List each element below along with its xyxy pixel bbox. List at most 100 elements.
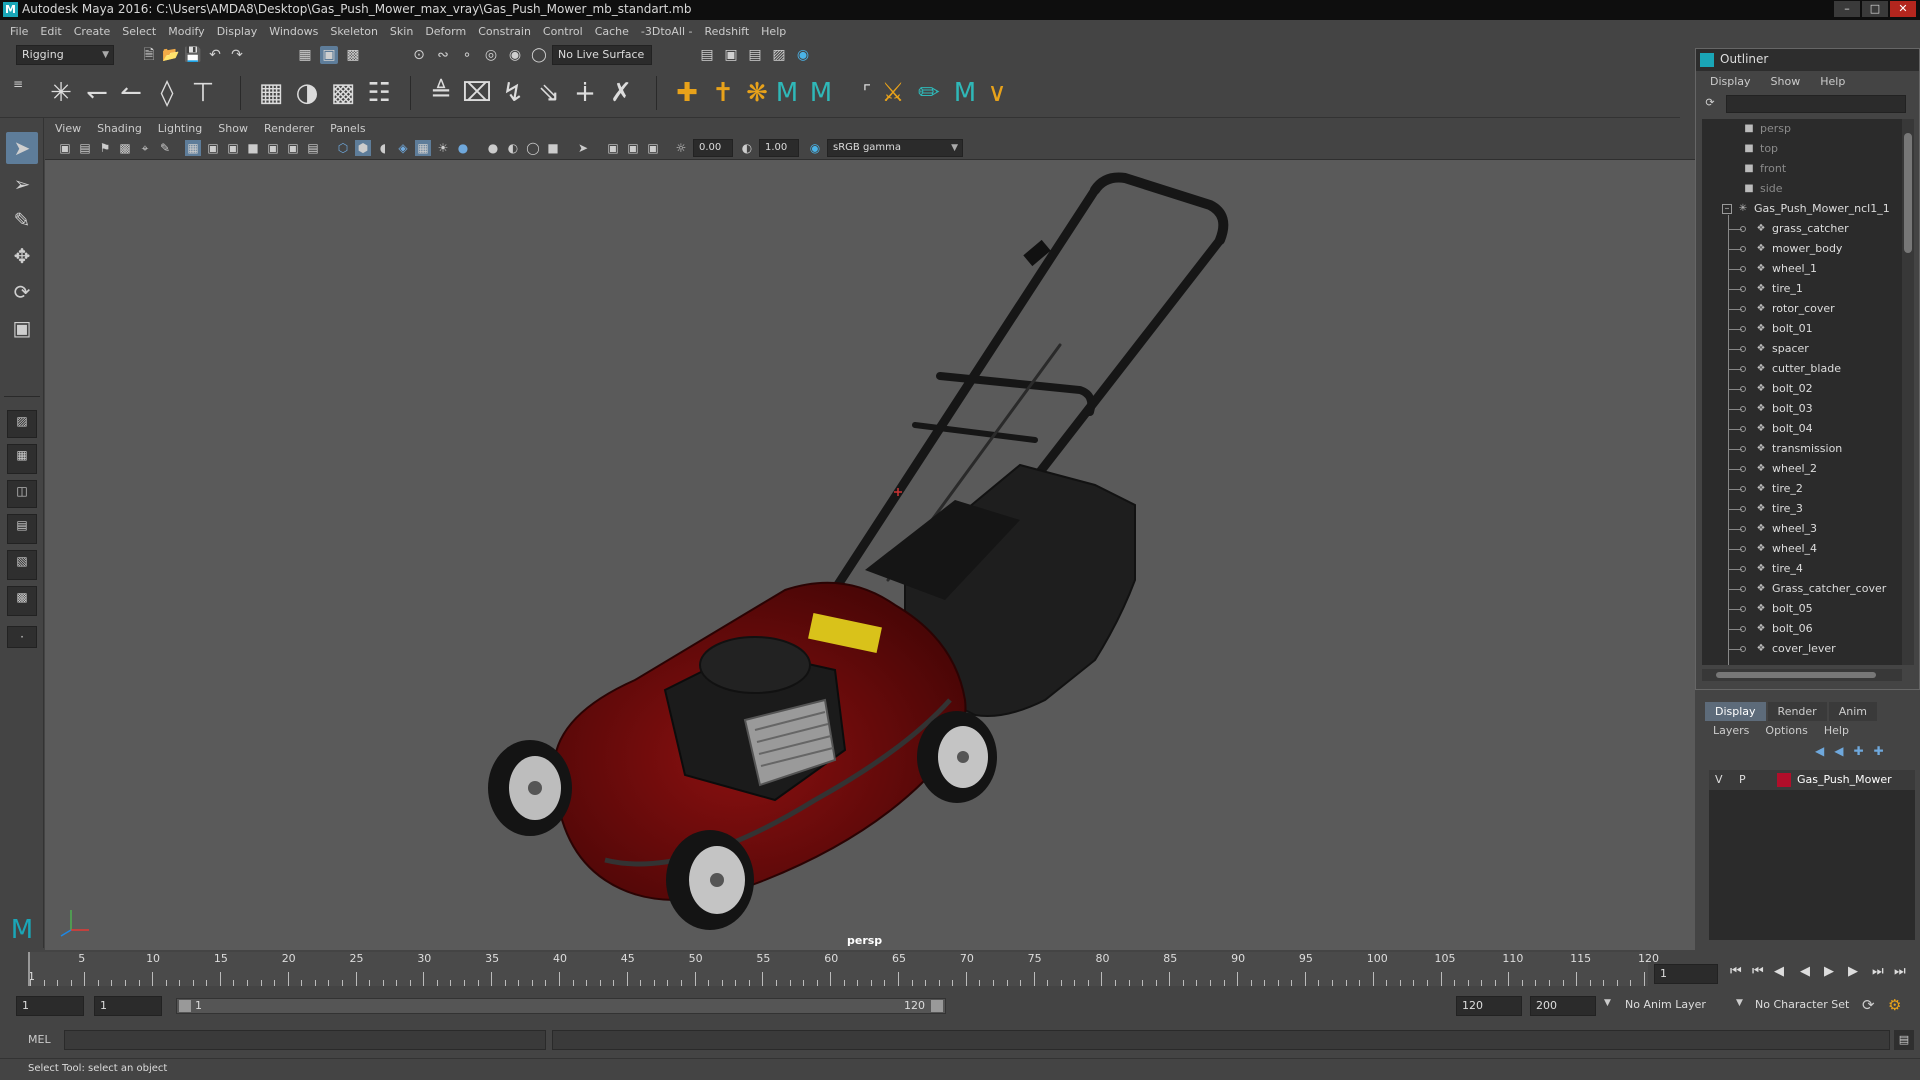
select-hierarchy-icon[interactable]: ▦ xyxy=(296,46,314,64)
layout-graph-icon[interactable]: ▧ xyxy=(7,550,37,580)
outliner-item[interactable]: ❖ wheel_3 xyxy=(1754,519,1818,539)
layer-row[interactable]: V P Gas_Push_Mower xyxy=(1709,770,1915,790)
snap-view-icon[interactable]: ◉ xyxy=(506,46,524,64)
outliner-item[interactable]: ❖ bolt_01 xyxy=(1754,319,1813,339)
outliner-item[interactable]: ❖ tire_3 xyxy=(1754,499,1803,519)
maya-home-icon[interactable]: М xyxy=(6,914,38,946)
paint-weights-icon[interactable]: ◑ xyxy=(290,76,324,110)
gamma-icon[interactable]: ◐ xyxy=(739,140,755,156)
hik-icon[interactable]: М xyxy=(770,76,804,110)
image-plane-icon[interactable]: ▩ xyxy=(117,140,133,156)
play-forwards-icon[interactable]: ▶ xyxy=(1824,964,1834,979)
range-start-handle[interactable] xyxy=(179,1000,191,1012)
ssao-icon[interactable]: ● xyxy=(485,140,501,156)
render-frame-icon[interactable]: ▣ xyxy=(722,46,740,64)
lattice-icon[interactable]: ▩ xyxy=(326,76,360,110)
outliner-item[interactable]: ■ persp xyxy=(1742,119,1791,139)
exposure-icon[interactable]: ☼ xyxy=(673,140,689,156)
save-scene-icon[interactable]: 💾 xyxy=(184,46,202,64)
outliner-item[interactable]: ❖ bolt_02 xyxy=(1754,379,1813,399)
outliner-item[interactable]: ❖ Grass_catcher_cover xyxy=(1754,579,1887,599)
outliner-item[interactable]: ❖ wheel_1 xyxy=(1754,259,1818,279)
menu-help[interactable]: Help xyxy=(761,25,786,38)
color-space-dropdown[interactable]: sRGB gamma ▼ xyxy=(827,139,963,157)
insert-joint-icon[interactable]: ◊ xyxy=(150,76,184,110)
open-scene-icon[interactable]: 📂 xyxy=(162,46,180,64)
motion-blur-icon[interactable]: ◐ xyxy=(505,140,521,156)
snap-point-icon[interactable]: ∘ xyxy=(458,46,476,64)
close-button[interactable]: ✕ xyxy=(1890,1,1916,17)
minimize-button[interactable]: – xyxy=(1834,1,1860,17)
menu-modify[interactable]: Modify xyxy=(168,25,204,38)
anim-prefs-icon[interactable]: ⚙ xyxy=(1888,996,1901,1014)
outliner-item[interactable]: ❖ tire_4 xyxy=(1754,559,1803,579)
time-ruler[interactable]: 1 5 10 15 20 25 30 35 40 45 50 55 60 65 70 75 80 85 90 95 1… xyxy=(28,952,1659,986)
menu-skin[interactable]: Skin xyxy=(390,25,413,38)
layout-hypershade-icon[interactable]: ▩ xyxy=(7,586,37,616)
outliner-item[interactable]: ■ top xyxy=(1742,139,1778,159)
outliner-search-input[interactable] xyxy=(1726,95,1906,113)
menu-file[interactable]: File xyxy=(10,25,28,38)
outliner-item[interactable]: ❖ cover_lever xyxy=(1754,639,1836,659)
outliner-item[interactable]: ❖ bolt_06 xyxy=(1754,619,1813,639)
viewport-menu-panels[interactable]: Panels xyxy=(330,122,365,135)
start-time-field[interactable]: 1 xyxy=(16,996,84,1016)
step-back-key-icon[interactable]: ⏮ xyxy=(1752,964,1764,979)
viewport-3d[interactable]: persp xyxy=(45,160,1695,950)
menu-display[interactable]: Display xyxy=(217,25,258,38)
parent-constraint-icon[interactable]: ∔ xyxy=(568,76,602,110)
shadows-icon[interactable]: ● xyxy=(455,140,471,156)
outliner-menu-show[interactable]: Show xyxy=(1771,75,1801,88)
range-end-handle[interactable] xyxy=(931,1000,943,1012)
play-backwards-icon[interactable]: ◀ xyxy=(1800,964,1810,979)
outliner-item[interactable]: ❖ transmission xyxy=(1754,439,1843,459)
step-forward-key-icon[interactable]: ⏭ xyxy=(1872,964,1884,979)
end-time-field[interactable]: 200 xyxy=(1530,996,1596,1016)
auto-key-icon[interactable]: ⟳ xyxy=(1862,996,1875,1014)
undo-icon[interactable]: ↶ xyxy=(206,46,224,64)
outliner-item[interactable]: ❖ bolt_04 xyxy=(1754,419,1813,439)
dof-icon[interactable]: ■ xyxy=(545,140,561,156)
menu-constrain[interactable]: Constrain xyxy=(478,25,531,38)
layout-four-icon[interactable]: ▦ xyxy=(7,444,37,474)
layer-menu-options[interactable]: Options xyxy=(1765,724,1807,737)
v-tool-icon[interactable]: ∨ xyxy=(980,76,1014,110)
menu-cache[interactable]: Cache xyxy=(595,25,629,38)
outliner-item[interactable]: ❖ bolt_05 xyxy=(1754,599,1813,619)
menu-3dtoall[interactable]: -3DtoAll - xyxy=(641,25,693,38)
menu-edit[interactable]: Edit xyxy=(40,25,61,38)
go-to-end-icon[interactable]: ⏭ xyxy=(1894,964,1906,979)
outliner-vscroll[interactable] xyxy=(1902,119,1914,665)
mirror-joint-icon[interactable]: ⊤ xyxy=(186,76,220,110)
camera-select-icon[interactable]: ▣ xyxy=(57,140,73,156)
redo-icon[interactable]: ↷ xyxy=(228,46,246,64)
collapse-icon[interactable]: – xyxy=(1722,204,1732,214)
film-gate-icon[interactable]: ⌖ xyxy=(137,140,153,156)
outliner-item[interactable]: ■ side xyxy=(1742,179,1782,199)
rotate-tool-icon[interactable]: ⟳ xyxy=(6,276,38,308)
go-to-start-icon[interactable]: ⏮ xyxy=(1730,964,1742,979)
outliner-menu-help[interactable]: Help xyxy=(1820,75,1845,88)
command-input[interactable] xyxy=(64,1030,546,1050)
shelf-options-icon[interactable]: ≡ xyxy=(8,68,28,100)
character-set-dropdown[interactable]: No Character Set xyxy=(1750,996,1860,1016)
orient-constraint-icon[interactable]: ↯ xyxy=(496,76,530,110)
wireframe-icon[interactable]: ⬡ xyxy=(335,140,351,156)
snap-surface-icon[interactable]: ◎ xyxy=(482,46,500,64)
layout-outliner-icon[interactable]: ▤ xyxy=(7,514,37,544)
paint-skin-icon[interactable]: ✏ xyxy=(912,76,946,110)
ik-handle-icon[interactable]: ↽ xyxy=(80,76,114,110)
grid-toggle-icon[interactable]: ▦ xyxy=(185,140,201,156)
smooth-shade-icon[interactable]: ⬢ xyxy=(355,140,371,156)
layer-menu-help[interactable]: Help xyxy=(1824,724,1849,737)
live-surface-field[interactable]: No Live Surface xyxy=(552,45,652,65)
film-gate2-icon[interactable]: ▣ xyxy=(205,140,221,156)
ipr-render-icon[interactable]: ▤ xyxy=(746,46,764,64)
select-component-icon[interactable]: ▩ xyxy=(344,46,362,64)
locator-icon[interactable]: ✚ xyxy=(670,76,704,110)
safe-title-icon[interactable]: ▤ xyxy=(305,140,321,156)
outliner-hscroll[interactable] xyxy=(1702,669,1902,681)
menu-deform[interactable]: Deform xyxy=(425,25,466,38)
outliner-item[interactable]: ❖ bolt_03 xyxy=(1754,399,1813,419)
hik-char-icon[interactable]: М xyxy=(804,76,838,110)
